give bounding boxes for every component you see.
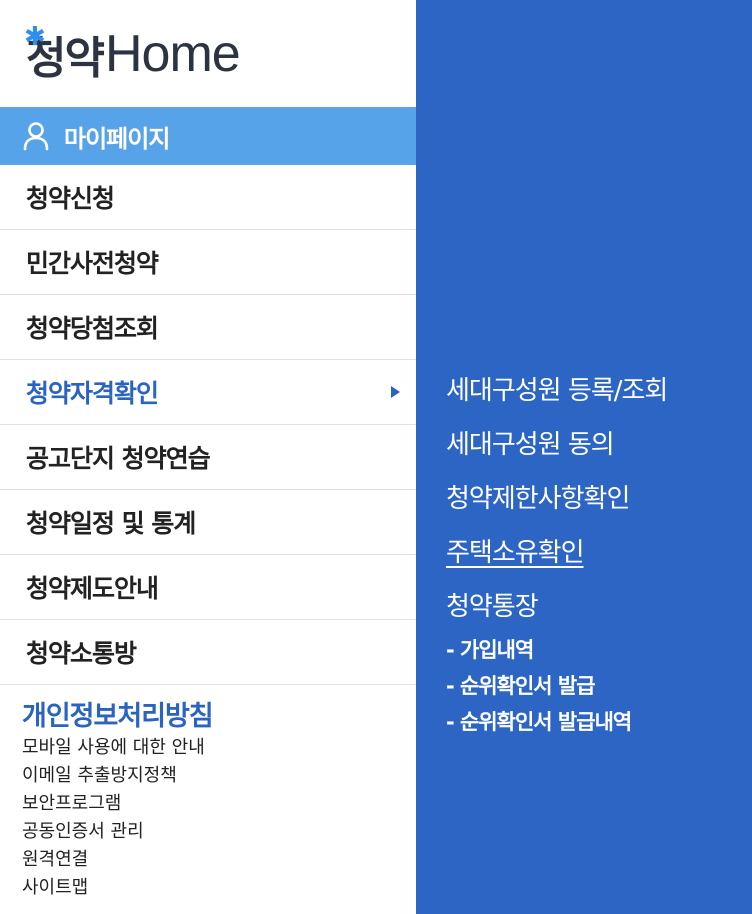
nav-item-system-guide[interactable]: 청약제도안내 bbox=[0, 555, 416, 620]
subitem-rank-certificate[interactable]: - 순위확인서 발급 bbox=[446, 668, 631, 704]
mypage-label: 마이페이지 bbox=[64, 124, 170, 153]
submenu-item-household-consent[interactable]: 세대구성원 동의 bbox=[446, 418, 667, 472]
submenu-item-restriction-check[interactable]: 청약제한사항확인 bbox=[446, 472, 667, 526]
logo-english-text: Home bbox=[104, 25, 241, 83]
nav-item-label: 청약자격확인 bbox=[26, 379, 159, 408]
submenu-item-account[interactable]: 청약통장 bbox=[446, 580, 667, 634]
footer-link-certificate[interactable]: 공동인증서 관리 bbox=[22, 818, 205, 846]
nav-item-label: 청약일정 및 통계 bbox=[26, 509, 196, 538]
nav-item-label: 청약당첨조회 bbox=[26, 314, 159, 343]
submenu-list: 세대구성원 등록/조회 세대구성원 동의 청약제한사항확인 주택소유확인 청약통… bbox=[446, 364, 668, 634]
submenu-item-label: 청약제한사항확인 bbox=[446, 484, 630, 514]
footer-link-email-policy[interactable]: 이메일 추출방지정책 bbox=[22, 762, 205, 790]
nav-item-private-pre-apply[interactable]: 민간사전청약 bbox=[0, 230, 416, 295]
submenu-item-label: 주택소유확인 bbox=[446, 538, 585, 568]
nav-item-apply[interactable]: 청약신청 bbox=[0, 165, 416, 230]
caret-right-icon bbox=[391, 386, 400, 398]
subitem-rank-certificate-history[interactable]: - 순위확인서 발급내역 bbox=[446, 704, 632, 740]
nav-item-schedule-stats[interactable]: 청약일정 및 통계 bbox=[0, 490, 416, 555]
site-logo[interactable]: ✱ 청약 Home bbox=[22, 22, 241, 86]
submenu-item-household-register[interactable]: 세대구성원 등록/조회 bbox=[446, 364, 668, 418]
submenu-item-house-ownership[interactable]: 주택소유확인 bbox=[446, 526, 667, 580]
footer-link-sitemap[interactable]: 사이트맵 bbox=[22, 874, 205, 902]
footer-link-remote[interactable]: 원격연결 bbox=[22, 846, 205, 874]
nav-item-eligibility-check[interactable]: 청약자격확인 bbox=[0, 360, 416, 425]
footer-link-mobile-guide[interactable]: 모바일 사용에 대한 안내 bbox=[22, 734, 205, 762]
submenu-item-label: 세대구성원 동의 bbox=[446, 430, 615, 460]
account-subitems: - 가입내역 - 순위확인서 발급 - 순위확인서 발급내역 bbox=[446, 632, 632, 740]
main-nav: 청약신청 민간사전청약 청약당첨조회 청약자격확인 공고단지 청약연습 청약일정… bbox=[0, 165, 416, 685]
nav-item-practice[interactable]: 공고단지 청약연습 bbox=[0, 425, 416, 490]
nav-item-winning-lookup[interactable]: 청약당첨조회 bbox=[0, 295, 416, 360]
nav-item-label: 청약제도안내 bbox=[26, 574, 159, 603]
nav-item-label: 공고단지 청약연습 bbox=[26, 444, 211, 473]
footer-links: 모바일 사용에 대한 안내 이메일 추출방지정책 보안프로그램 공동인증서 관리… bbox=[22, 734, 205, 902]
person-icon bbox=[23, 122, 49, 151]
submenu-item-label: 세대구성원 등록/조회 bbox=[446, 376, 668, 406]
nav-item-label: 청약신청 bbox=[26, 184, 115, 213]
footer-link-security-program[interactable]: 보안프로그램 bbox=[22, 790, 205, 818]
logo-star-icon: ✱ bbox=[24, 22, 46, 52]
left-panel: ✱ 청약 Home 마이페이지 청약신청 민간사전청약 청약당첨조회 청약자격확… bbox=[0, 0, 416, 914]
nav-item-community[interactable]: 청약소통방 bbox=[0, 620, 416, 685]
nav-item-label: 민간사전청약 bbox=[26, 249, 159, 278]
submenu-item-label: 청약통장 bbox=[446, 592, 539, 622]
subitem-subscription-history[interactable]: - 가입내역 bbox=[446, 632, 631, 668]
mypage-button[interactable]: 마이페이지 bbox=[0, 107, 416, 165]
privacy-policy-link[interactable]: 개인정보처리방침 bbox=[22, 694, 214, 733]
nav-item-label: 청약소통방 bbox=[26, 639, 137, 668]
